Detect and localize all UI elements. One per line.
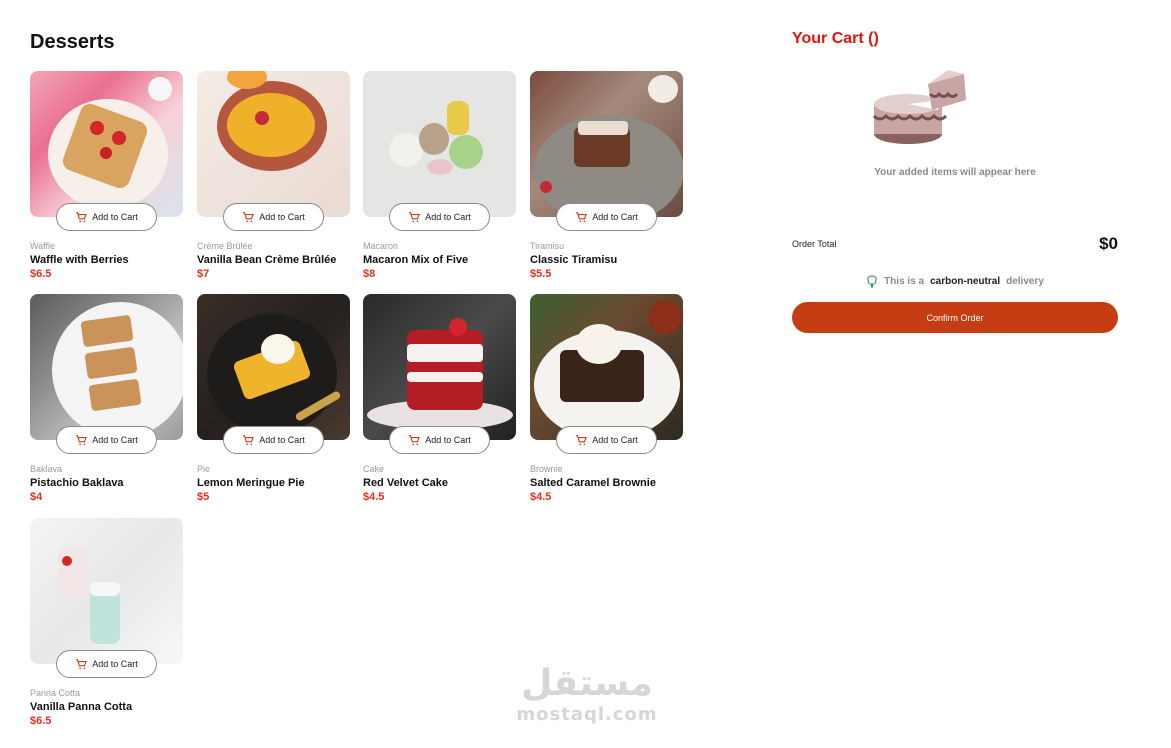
add-to-cart-button[interactable]: Add to Cart — [56, 203, 157, 231]
cart-icon — [76, 434, 88, 445]
cart-icon — [409, 211, 421, 222]
product-price: $6.5 — [30, 268, 52, 280]
cart-empty-message: Your added items will appear here — [874, 167, 1036, 178]
product-name: Pistachio Baklava — [30, 477, 124, 489]
product-price: $4.5 — [363, 491, 385, 503]
product-image — [30, 518, 183, 664]
product-price: $6.5 — [30, 715, 52, 727]
product-card: Add to Cart Panna Cotta Vanilla Panna Co… — [30, 518, 183, 727]
product-name: Vanilla Panna Cotta — [30, 701, 133, 713]
product-category: Baklava — [30, 464, 63, 474]
product-price: $5.5 — [530, 268, 552, 280]
product-image — [363, 71, 516, 217]
order-total-value: $0 — [1099, 234, 1118, 253]
product-image — [530, 294, 683, 440]
watermark-arabic: مستقل — [521, 663, 653, 704]
add-to-cart-label: Add to Cart — [92, 212, 138, 222]
product-image — [363, 294, 516, 440]
add-to-cart-button[interactable]: Add to Cart — [223, 203, 324, 231]
cart-icon — [409, 434, 421, 445]
product-card: Add to Cart Macaron Macaron Mix of Five … — [363, 71, 516, 280]
watermark-logo: مستقل mostaql.com — [512, 663, 662, 726]
add-to-cart-button[interactable]: Add to Cart — [556, 203, 657, 231]
add-to-cart-label: Add to Cart — [425, 212, 471, 222]
order-total-row: Order Total $0 — [792, 234, 1118, 254]
product-price: $8 — [363, 268, 376, 280]
add-to-cart-button[interactable]: Add to Cart — [389, 426, 490, 454]
page-title: Desserts — [30, 31, 115, 53]
product-name: Red Velvet Cake — [363, 477, 448, 489]
product-name: Vanilla Bean Crème Brûlée — [197, 254, 337, 266]
add-to-cart-button[interactable]: Add to Cart — [56, 426, 157, 454]
product-category: Brownie — [530, 464, 563, 474]
add-to-cart-label: Add to Cart — [92, 435, 138, 445]
product-category: Crème Brûlée — [197, 241, 253, 251]
product-name: Lemon Meringue Pie — [197, 477, 305, 489]
empty-cart-cake-illustration — [872, 70, 966, 144]
cart-icon — [76, 658, 88, 669]
carbon-suffix: delivery — [1006, 276, 1044, 287]
cart-icon — [243, 211, 255, 222]
product-image — [30, 71, 183, 217]
order-total-label: Order Total — [792, 239, 837, 249]
cart-icon — [76, 211, 88, 222]
cart-title: Your Cart () — [792, 30, 879, 47]
carbon-tree-icon — [867, 275, 877, 288]
cart-icon — [576, 434, 588, 445]
add-to-cart-label: Add to Cart — [425, 435, 471, 445]
add-to-cart-label: Add to Cart — [259, 212, 305, 222]
product-category: Macaron — [363, 241, 399, 251]
add-to-cart-button[interactable]: Add to Cart — [223, 426, 324, 454]
product-category: Panna Cotta — [30, 688, 81, 698]
add-to-cart-button[interactable]: Add to Cart — [56, 650, 157, 678]
add-to-cart-label: Add to Cart — [592, 212, 638, 222]
product-card: Add to Cart Tiramisu Classic Tiramisu $5… — [530, 71, 683, 280]
product-category: Waffle — [30, 241, 56, 251]
product-image — [197, 71, 350, 217]
product-card: Add to Cart Waffle Waffle with Berries $… — [30, 71, 183, 280]
add-to-cart-label: Add to Cart — [92, 659, 138, 669]
product-card: Add to Cart Baklava Pistachio Baklava $4 — [30, 294, 183, 503]
product-image — [530, 71, 683, 217]
add-to-cart-label: Add to Cart — [259, 435, 305, 445]
watermark-latin: mostaql.com — [516, 704, 658, 725]
product-image — [30, 294, 183, 440]
carbon-bold: carbon-neutral — [930, 276, 1001, 287]
add-to-cart-button[interactable]: Add to Cart — [389, 203, 490, 231]
product-image — [197, 294, 350, 440]
product-name: Macaron Mix of Five — [363, 254, 469, 266]
product-name: Salted Caramel Brownie — [530, 477, 656, 489]
product-price: $4.5 — [530, 491, 552, 503]
product-price: $7 — [197, 268, 210, 280]
product-category: Cake — [363, 464, 385, 474]
product-card: Add to Cart Brownie Salted Caramel Brown… — [530, 294, 683, 503]
product-category: Pie — [197, 464, 211, 474]
carbon-prefix: This is a — [884, 276, 925, 287]
product-price: $5 — [197, 491, 210, 503]
product-card: Add to Cart Cake Red Velvet Cake $4.5 — [363, 294, 516, 503]
product-card: Add to Cart Pie Lemon Meringue Pie $5 — [197, 294, 350, 503]
product-name: Waffle with Berries — [30, 254, 129, 266]
add-to-cart-label: Add to Cart — [592, 435, 638, 445]
cart-icon — [243, 434, 255, 445]
carbon-neutral-note: This is a carbon-neutral delivery — [792, 275, 1118, 288]
product-category: Tiramisu — [530, 241, 565, 251]
product-price: $4 — [30, 491, 43, 503]
product-card: Add to Cart Crème Brûlée Vanilla Bean Cr… — [197, 71, 350, 280]
product-name: Classic Tiramisu — [530, 254, 618, 266]
confirm-order-button[interactable]: Confirm Order — [792, 302, 1118, 333]
cart-icon — [576, 211, 588, 222]
add-to-cart-button[interactable]: Add to Cart — [556, 426, 657, 454]
